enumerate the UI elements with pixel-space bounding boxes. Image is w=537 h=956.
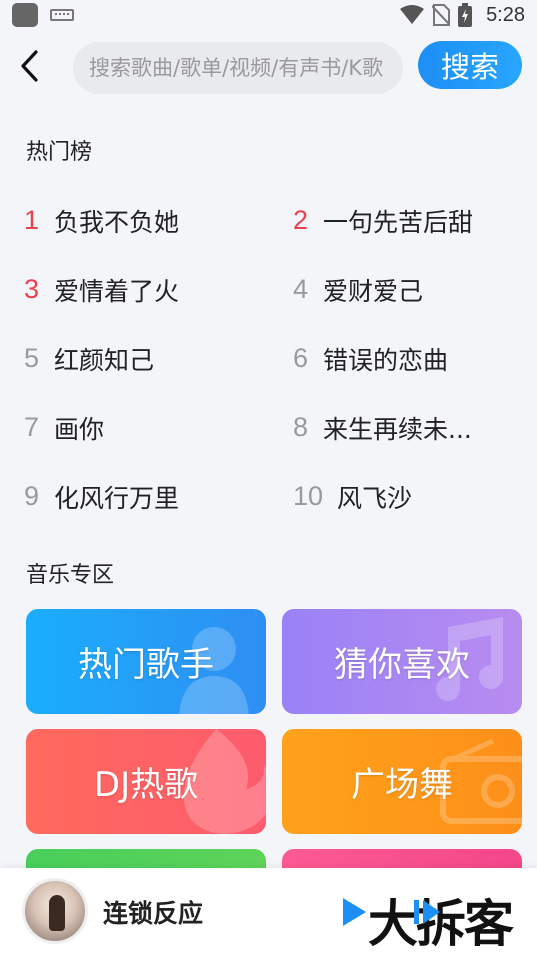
rank-number: 5: [24, 343, 40, 373]
play-icon[interactable]: [340, 896, 368, 928]
card-square-dance[interactable]: 广场舞: [282, 729, 522, 834]
card-hot-singers[interactable]: 热门歌手: [26, 609, 266, 714]
hot-item[interactable]: 8 来生再续未...: [271, 393, 537, 462]
song-name: 爱情着了火: [54, 276, 180, 306]
chevron-left-icon: [21, 50, 38, 82]
song-name: 错误的恋曲: [323, 345, 449, 375]
card-label: 广场舞: [351, 765, 453, 805]
hot-item[interactable]: 3 爱情着了火: [0, 255, 271, 324]
song-name: 风飞沙: [337, 483, 413, 513]
rank-number: 7: [24, 412, 40, 442]
search-input[interactable]: [89, 56, 403, 80]
song-name: 画你: [54, 414, 105, 444]
playlist-icon[interactable]: [412, 896, 442, 928]
keyboard-icon: [50, 9, 74, 21]
card-guess-you-like[interactable]: 猜你喜欢: [282, 609, 522, 714]
rank-number: 8: [293, 412, 309, 442]
clock: 5:28: [486, 3, 525, 26]
hot-item[interactable]: 2 一句先苦后甜: [271, 186, 537, 255]
rank-number: 1: [24, 205, 40, 235]
song-name: 爱财爱己: [323, 276, 424, 306]
app-icon: [12, 3, 38, 27]
hot-item[interactable]: 1 负我不负她: [0, 186, 271, 255]
rank-number: 2: [293, 205, 309, 235]
status-bar: 5:28: [0, 0, 537, 30]
back-button[interactable]: [10, 44, 50, 88]
now-playing-title: 连锁反应: [103, 899, 204, 928]
album-cover[interactable]: [22, 878, 88, 944]
card-zone-6[interactable]: [282, 849, 522, 869]
hot-item[interactable]: 7 画你: [0, 393, 271, 462]
song-name: 来生再续未...: [323, 414, 472, 444]
rank-number: 6: [293, 343, 309, 373]
no-sim-icon: [432, 4, 451, 26]
hot-item[interactable]: 5 红颜知己: [0, 324, 271, 393]
rank-number: 4: [293, 274, 309, 304]
hot-item[interactable]: 4 爱财爱己: [271, 255, 537, 324]
mini-player[interactable]: 连锁反应 大拆客: [0, 868, 537, 956]
status-icons: 5:28: [400, 0, 525, 30]
music-zone-title: 音乐专区: [26, 563, 115, 588]
card-label: 热门歌手: [78, 645, 214, 685]
song-name: 一句先苦后甜: [323, 207, 474, 237]
top-bar: 搜索: [0, 38, 537, 96]
card-label: 猜你喜欢: [334, 645, 470, 685]
music-zone-cards: 热门歌手 猜你喜欢 DJ热歌 广场舞: [26, 609, 537, 869]
song-name: 红颜知己: [54, 345, 155, 375]
card-label: DJ热歌: [93, 765, 199, 805]
rank-number: 3: [24, 274, 40, 304]
hot-item[interactable]: 6 错误的恋曲: [271, 324, 537, 393]
search-box[interactable]: [73, 42, 403, 94]
rank-number: 9: [24, 481, 40, 511]
hot-chart-list: 1 负我不负她 2 一句先苦后甜 3 爱情着了火 4 爱财爱己 5 红颜知己 6 错误的恋曲…: [0, 186, 537, 531]
card-dj-hits[interactable]: DJ热歌: [26, 729, 266, 834]
song-name: 化风行万里: [54, 483, 180, 513]
rank-number: 10: [293, 481, 324, 511]
hot-item[interactable]: 9 化风行万里: [0, 462, 271, 531]
search-button[interactable]: 搜索: [418, 41, 522, 89]
hot-chart-title: 热门榜: [26, 140, 93, 165]
song-name: 负我不负她: [54, 207, 180, 237]
card-zone-5[interactable]: [26, 849, 266, 869]
hot-item[interactable]: 10 风飞沙: [271, 462, 537, 531]
wifi-icon: [400, 5, 425, 24]
battery-icon: [458, 3, 473, 27]
